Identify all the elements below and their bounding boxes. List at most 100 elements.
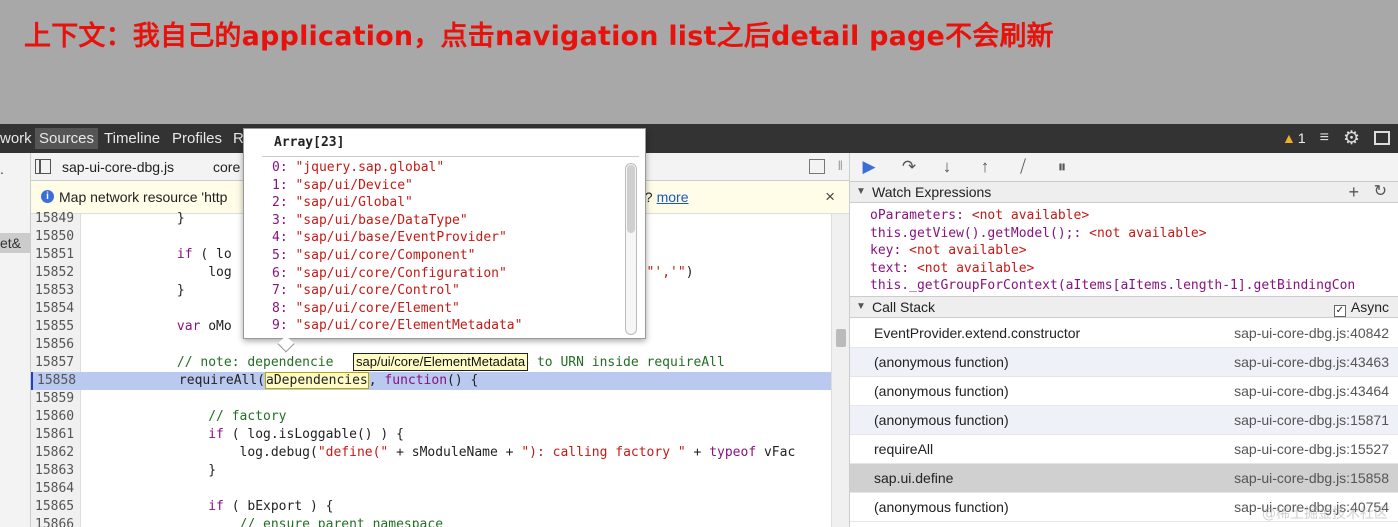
popover-array-item[interactable]: 7: "sap/ui/core/Control"	[272, 282, 460, 300]
code-line[interactable]: 15865 if ( bExport ) {	[31, 498, 831, 516]
line-number[interactable]: 15866	[35, 516, 77, 527]
call-frame[interactable]: EventProvider.extend.constructor sap-ui-c…	[850, 319, 1398, 348]
tab-timeline[interactable]: Timeline	[104, 130, 160, 147]
code-line[interactable]: 15859	[31, 390, 831, 408]
tab-network[interactable]: work	[0, 130, 32, 147]
line-number[interactable]: 15865	[35, 498, 77, 516]
add-watch-icon[interactable]: +	[1348, 182, 1359, 202]
warning-indicator[interactable]: ▲ 1	[1282, 130, 1306, 146]
code-token: }	[83, 463, 217, 478]
tab-sources[interactable]: Sources	[35, 128, 99, 149]
line-number[interactable]: 15862	[35, 444, 77, 462]
call-frame-location[interactable]: sap-ui-core-dbg.js:43464	[1234, 377, 1389, 406]
line-number[interactable]: 15864	[35, 480, 77, 498]
line-number[interactable]: 15851	[35, 246, 77, 264]
call-frame-location[interactable]: sap-ui-core-dbg.js:40842	[1234, 319, 1389, 348]
popover-array-item[interactable]: 5: "sap/ui/core/Component"	[272, 247, 476, 265]
editor-scrollbar-thumb[interactable]	[836, 329, 846, 347]
code-token: if	[208, 499, 224, 514]
watch-expressions-header[interactable]: ▼ Watch Expressions + ↻	[850, 181, 1398, 203]
line-number[interactable]: 15854	[35, 300, 77, 318]
deactivate-breakpoints-icon[interactable]: ⧸	[1012, 157, 1034, 177]
close-icon[interactable]: ×	[825, 187, 835, 207]
popover-scrollbar-thumb[interactable]	[627, 165, 635, 233]
checkbox-checked-icon[interactable]: ✓	[1333, 305, 1346, 317]
array-value: "sap/ui/core/Component"	[295, 248, 476, 263]
code-line[interactable]: 15864	[31, 480, 831, 498]
popover-array-item[interactable]: 3: "sap/ui/base/DataType"	[272, 212, 468, 230]
line-number[interactable]: 15859	[35, 390, 77, 408]
call-stack-header[interactable]: ▼ Call Stack ✓ Async	[850, 296, 1398, 318]
code-token: if	[176, 247, 193, 262]
popover-array-item[interactable]: 9: "sap/ui/core/ElementMetadata"	[272, 317, 522, 335]
popover-array-item[interactable]: 6: "sap/ui/core/Configuration"	[272, 265, 507, 283]
popover-array-item[interactable]: 0: "jquery.sap.global"	[272, 159, 444, 177]
code-line[interactable]: 15863 }	[31, 462, 831, 480]
step-out-icon[interactable]: ↑	[974, 157, 996, 177]
watch-expression[interactable]: key: <not available>	[870, 243, 1027, 258]
popover-array-item[interactable]: 2: "sap/ui/Global"	[272, 194, 413, 212]
file-tab-core[interactable]: core	[213, 159, 240, 175]
dock-side-icon[interactable]	[1374, 131, 1390, 145]
pause-on-exceptions-icon[interactable]: ⏸	[1051, 157, 1073, 177]
line-number[interactable]: 15858	[37, 372, 79, 390]
watch-expression[interactable]: text: <not available>	[870, 261, 1034, 276]
watch-expression-name: this._getGroupForContext(aItems[aItems.l…	[870, 278, 1356, 294]
popover-array-item[interactable]: 4: "sap/ui/base/EventProvider"	[272, 229, 507, 247]
code-line[interactable]: 15866 // ensure parent namespace	[31, 516, 831, 527]
call-frame[interactable]: requireAll sap-ui-core-dbg.js:15527	[850, 435, 1398, 464]
step-into-icon[interactable]: ↓	[936, 157, 958, 177]
topbar-right-controls: ▲ 1 ≡ ⚙	[1282, 127, 1390, 149]
watermark: @稀土掘金技术社区	[1262, 506, 1388, 522]
line-number[interactable]: 15861	[35, 426, 77, 444]
line-number[interactable]: 15856	[35, 336, 77, 354]
line-number[interactable]: 15863	[35, 462, 77, 480]
hovered-variable[interactable]: aDependencies	[265, 372, 369, 389]
call-frame-location[interactable]: sap-ui-core-dbg.js:43463	[1234, 348, 1389, 377]
line-number[interactable]: 15853	[35, 282, 77, 300]
line-number[interactable]: 15860	[35, 408, 77, 426]
line-number[interactable]: 15850	[35, 228, 77, 246]
line-number[interactable]: 15849	[35, 210, 77, 228]
popover-scrollbar[interactable]	[625, 163, 637, 335]
call-frame-location[interactable]: sap-ui-core-dbg.js:15527	[1234, 435, 1389, 464]
more-link[interactable]: more	[657, 189, 689, 205]
step-over-icon[interactable]: ↷	[898, 157, 920, 177]
async-checkbox[interactable]: ✓ Async	[1333, 297, 1389, 317]
infobar-message: Map network resource 'http	[59, 189, 228, 205]
code-line[interactable]: 15860 // factory	[31, 408, 831, 426]
popover-array-item[interactable]: 1: "sap/ui/Device"	[272, 177, 413, 195]
call-frame[interactable]: (anonymous function) sap-ui-core-dbg.js:1…	[850, 406, 1398, 435]
watch-expression[interactable]: this.getView().getModel();: <not availab…	[870, 226, 1207, 241]
resume-icon[interactable]: ▶	[858, 157, 880, 177]
navigator-selected-item[interactable]: et&	[0, 233, 30, 253]
code-text: if ( log.isLoggable() ) {	[83, 426, 404, 444]
call-frame[interactable]: sap.ui.define sap-ui-core-dbg.js:15858	[850, 464, 1398, 493]
line-number[interactable]: 15857	[35, 354, 77, 372]
call-frame[interactable]: (anonymous function) sap-ui-core-dbg.js:4…	[850, 348, 1398, 377]
call-frame-location[interactable]: sap-ui-core-dbg.js:15858	[1234, 464, 1389, 493]
line-number[interactable]: 15852	[35, 264, 77, 282]
toggle-navigator-icon[interactable]	[35, 159, 51, 174]
code-line[interactable]: 15862 log.debug("define(" + sModuleName …	[31, 444, 831, 462]
popover-header[interactable]: Array[23]	[274, 135, 344, 150]
watch-expression[interactable]: this._getGroupForContext(aItems[aItems.l…	[870, 278, 1355, 293]
call-frame-location[interactable]: sap-ui-core-dbg.js:15871	[1234, 406, 1389, 435]
call-frame-function: requireAll	[874, 441, 934, 457]
popover-array-item[interactable]: 8: "sap/ui/core/Element"	[272, 300, 460, 318]
watch-expression[interactable]: oParameters: <not available>	[870, 208, 1089, 223]
refresh-icon[interactable]: ↻	[1374, 182, 1387, 202]
code-line[interactable]: 15858 requireAll(aDependencies, function…	[31, 372, 831, 390]
gear-icon[interactable]: ⚙	[1343, 127, 1360, 150]
code-text: }	[83, 462, 216, 480]
tab-profiles[interactable]: Profiles	[172, 130, 222, 147]
code-line[interactable]: 15861 if ( log.isLoggable() ) {	[31, 426, 831, 444]
code-token: "): calling factory "	[521, 445, 686, 460]
file-tab-sap-ui-core-dbg[interactable]: sap-ui-core-dbg.js	[62, 159, 174, 175]
call-frame[interactable]: (anonymous function) sap-ui-core-dbg.js:4…	[850, 377, 1398, 406]
console-drawer-icon[interactable]: ≡	[1320, 129, 1329, 147]
array-index: 3:	[272, 212, 296, 228]
editor-scrollbar[interactable]	[831, 214, 849, 527]
line-number[interactable]: 15855	[35, 318, 77, 336]
toggle-debugger-icon[interactable]	[809, 159, 825, 174]
